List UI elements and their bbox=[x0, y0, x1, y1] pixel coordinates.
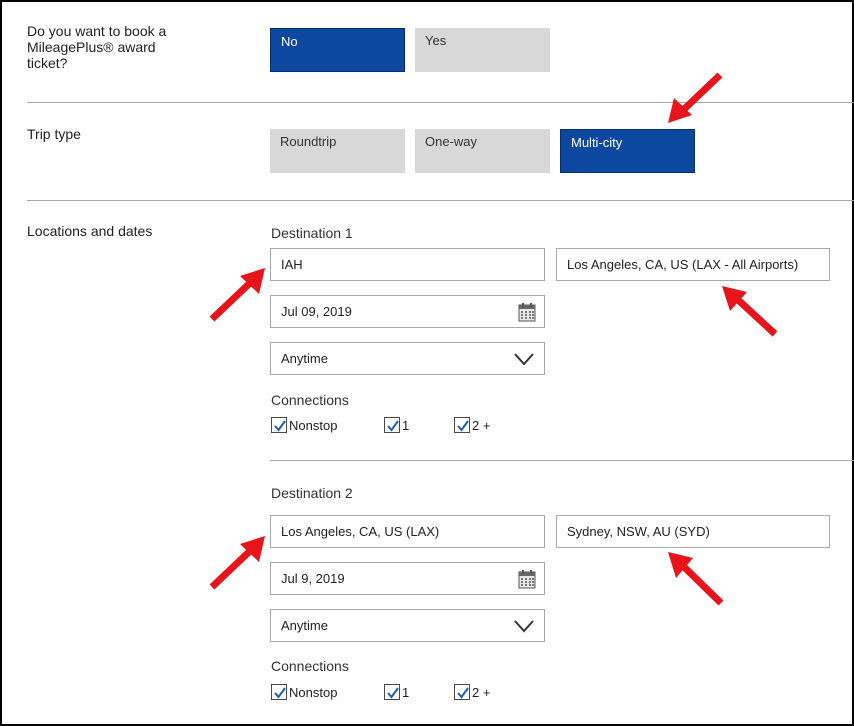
checkmark-icon bbox=[387, 420, 399, 432]
checkbox-label: 2 + bbox=[472, 417, 491, 433]
destination-2-title: Destination 2 bbox=[271, 485, 353, 501]
trip-oneway-button[interactable]: One-way bbox=[415, 129, 550, 173]
destination-2-time-value: Anytime bbox=[281, 618, 328, 633]
red-arrow-icon bbox=[668, 552, 724, 606]
checkmark-icon bbox=[387, 687, 399, 699]
destination-1-time-value: Anytime bbox=[281, 351, 328, 366]
checkbox-label: 2 + bbox=[472, 684, 491, 700]
destination-2-from-input[interactable]: Los Angeles, CA, US (LAX) bbox=[270, 515, 545, 548]
destination-1-two-plus-checkbox[interactable]: 2 + bbox=[454, 417, 490, 433]
checkbox-label: 1 bbox=[402, 417, 410, 433]
destination-2-connections-label: Connections bbox=[271, 658, 349, 674]
divider bbox=[27, 200, 854, 201]
destination-1-title: Destination 1 bbox=[271, 225, 353, 241]
destination-2-one-stop-checkbox[interactable]: 1 bbox=[384, 684, 409, 700]
calendar-icon[interactable] bbox=[518, 569, 536, 589]
destination-2-two-plus-checkbox[interactable]: 2 + bbox=[454, 684, 490, 700]
red-arrow-icon bbox=[209, 268, 265, 322]
award-no-button[interactable]: No bbox=[270, 28, 405, 72]
award-question-label: Do you want to book a MileagePlus® award… bbox=[27, 23, 167, 71]
award-yes-button[interactable]: Yes bbox=[415, 28, 550, 72]
booking-form: Do you want to book a MileagePlus® award… bbox=[0, 0, 854, 726]
destination-2-to-input[interactable]: Sydney, NSW, AU (SYD) bbox=[556, 515, 830, 548]
checkmark-icon bbox=[274, 687, 286, 699]
trip-multicity-button[interactable]: Multi-city bbox=[560, 129, 695, 173]
divider bbox=[270, 460, 854, 461]
destination-1-nonstop-checkbox[interactable]: Nonstop bbox=[271, 417, 337, 433]
destination-1-connections-label: Connections bbox=[271, 392, 349, 408]
chevron-down-icon bbox=[514, 620, 534, 633]
destination-2-nonstop-checkbox[interactable]: Nonstop bbox=[271, 684, 337, 700]
checkmark-icon bbox=[274, 420, 286, 432]
destination-2-date-input[interactable]: Jul 9, 2019 bbox=[270, 562, 545, 595]
trip-roundtrip-button[interactable]: Roundtrip bbox=[270, 129, 405, 173]
destination-1-one-stop-checkbox[interactable]: 1 bbox=[384, 417, 409, 433]
destination-1-to-input[interactable]: Los Angeles, CA, US (LAX - All Airports) bbox=[556, 248, 830, 281]
checkbox-label: 1 bbox=[402, 684, 410, 700]
destination-1-date-input[interactable]: Jul 09, 2019 bbox=[270, 295, 545, 328]
destination-1-from-input[interactable]: IAH bbox=[270, 248, 545, 281]
locations-label: Locations and dates bbox=[27, 223, 153, 239]
trip-type-label: Trip type bbox=[27, 126, 81, 142]
checkbox-label: Nonstop bbox=[289, 684, 338, 700]
red-arrow-icon bbox=[209, 536, 265, 590]
destination-2-date-value: Jul 9, 2019 bbox=[281, 571, 345, 586]
checkmark-icon bbox=[457, 420, 469, 432]
destination-1-date-value: Jul 09, 2019 bbox=[281, 304, 352, 319]
checkmark-icon bbox=[457, 687, 469, 699]
destination-1-time-select[interactable]: Anytime bbox=[270, 342, 545, 375]
chevron-down-icon bbox=[514, 353, 534, 366]
red-arrow-icon bbox=[722, 286, 778, 337]
divider bbox=[27, 102, 854, 103]
destination-2-time-select[interactable]: Anytime bbox=[270, 609, 545, 642]
checkbox-label: Nonstop bbox=[289, 417, 338, 433]
calendar-icon[interactable] bbox=[518, 302, 536, 322]
red-arrow-icon bbox=[668, 72, 723, 123]
